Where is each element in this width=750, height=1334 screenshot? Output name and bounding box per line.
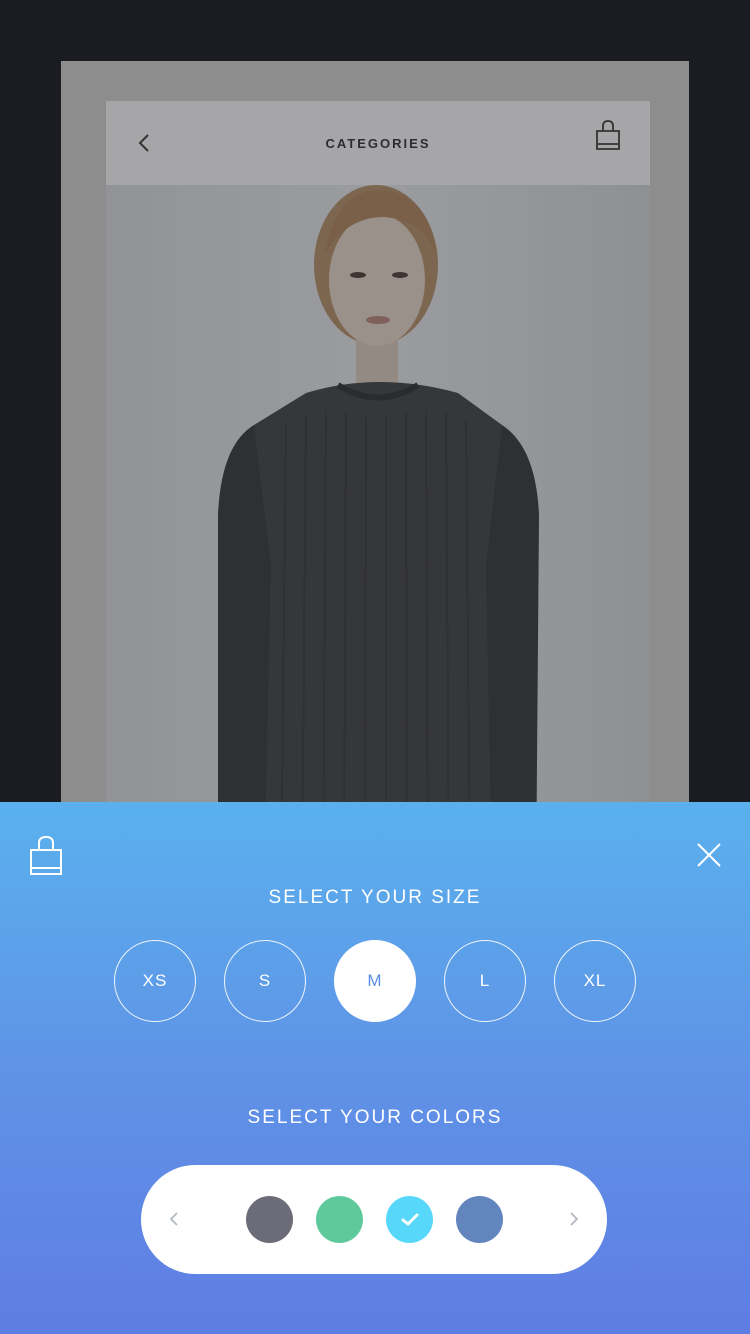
close-icon[interactable] — [692, 838, 726, 872]
color-swatches — [246, 1196, 503, 1243]
size-option-xl[interactable]: XL — [554, 940, 636, 1022]
size-options: XS S M L XL — [114, 940, 636, 1022]
product-screen-backdrop: CATEGORIES — [61, 61, 689, 821]
checkmark-icon — [401, 1213, 418, 1225]
size-option-s[interactable]: S — [224, 940, 306, 1022]
product-photo — [106, 185, 650, 821]
shopping-bag-icon — [30, 835, 62, 875]
size-option-xs[interactable]: XS — [114, 940, 196, 1022]
chevron-left-icon[interactable] — [134, 125, 154, 161]
top-navigation-bar: CATEGORIES — [106, 101, 650, 185]
select-colors-title: SELECT YOUR COLORS — [247, 1107, 503, 1128]
color-swatch-green[interactable] — [316, 1196, 363, 1243]
color-picker — [141, 1165, 607, 1274]
color-swatch-blue[interactable] — [456, 1196, 503, 1243]
size-option-l[interactable]: L — [444, 940, 526, 1022]
chevron-left-icon[interactable] — [167, 1207, 181, 1231]
size-option-m[interactable]: M — [334, 940, 416, 1022]
color-swatch-cyan[interactable] — [386, 1196, 433, 1243]
select-size-title: SELECT YOUR SIZE — [268, 887, 482, 908]
page-title: CATEGORIES — [325, 135, 431, 151]
color-swatch-charcoal[interactable] — [246, 1196, 293, 1243]
size-color-selector-sheet: SELECT YOUR SIZE XS S M L XL SELECT YOUR… — [0, 802, 750, 1334]
shopping-bag-icon[interactable] — [594, 119, 622, 151]
chevron-right-icon[interactable] — [567, 1207, 581, 1231]
model-in-sweater-image — [218, 185, 539, 821]
